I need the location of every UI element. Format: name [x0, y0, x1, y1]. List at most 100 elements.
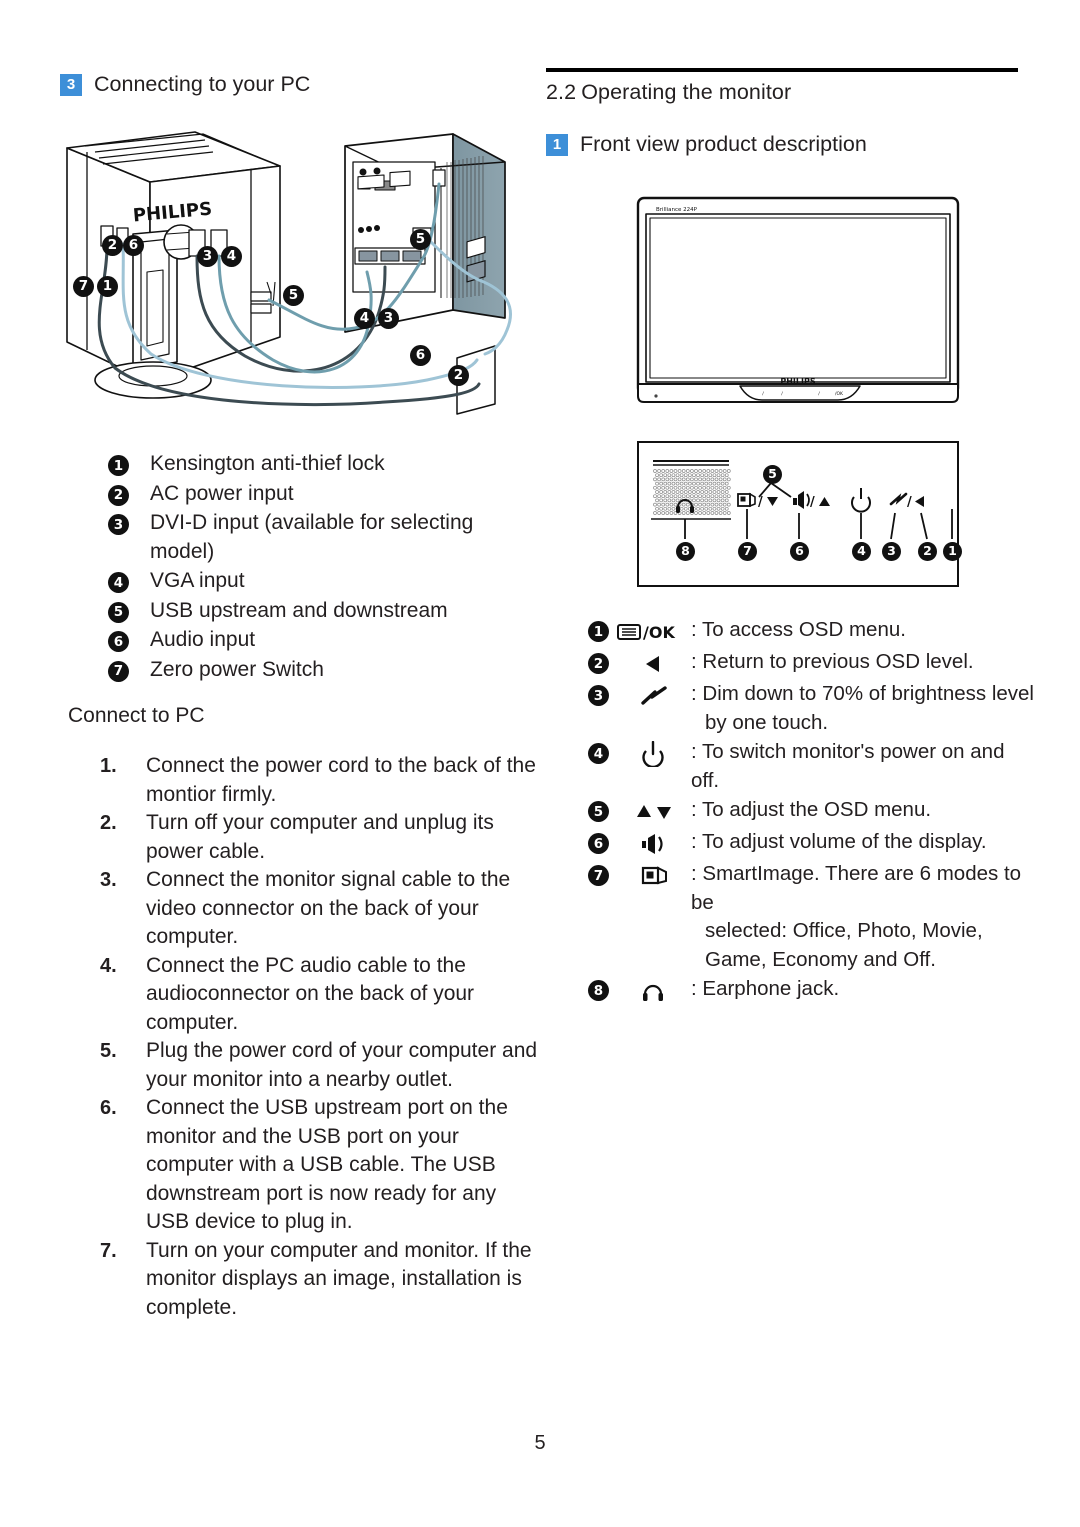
port-bullet-1: 1 — [108, 455, 129, 476]
port-label-2: AC power input — [150, 481, 294, 505]
monitor-brand-label: PHILIPS — [780, 377, 815, 386]
left-arrow-icon — [615, 649, 689, 679]
osd-desc-8: : Earphone jack. — [691, 977, 840, 1000]
callout-3-pc: 3 — [378, 308, 399, 329]
section-badge-3: 3 — [60, 73, 82, 96]
osd-desc-7-line1: : SmartImage. There are 6 modes to be — [691, 862, 1022, 914]
callout-1-monitor: 1 — [97, 276, 118, 297]
port-label-6: Audio input — [150, 628, 256, 651]
earphone-icon — [615, 976, 689, 1006]
section-heading-connecting: 3 Connecting to your PC — [60, 72, 540, 97]
osd-desc-6: : To adjust volume of the display. — [691, 830, 987, 853]
list-item: 4. Connect the PC audio cable to the aud… — [100, 952, 540, 1038]
osd-bullet-2: 2 — [588, 653, 609, 674]
list-item: 4 : To switch monitor's power on and off… — [588, 738, 1038, 795]
step-number-1: 1. — [100, 755, 117, 777]
port-bullet-6: 6 — [108, 631, 129, 652]
list-item: 1 Kensington anti-thief lock — [108, 450, 538, 479]
monitor-front-svg: Brilliance 224P PHILIPS / / / /OK — [636, 196, 960, 403]
section-divider-rule — [546, 68, 1018, 72]
list-item: 1. Connect the power cord to the back of… — [100, 752, 540, 809]
list-item: 3 : Dim down to 70% of brightness level b… — [588, 680, 1038, 737]
callout-2-outlet: 2 — [448, 365, 469, 386]
connection-diagram-svg: PHILIPS — [66, 131, 512, 415]
step-number-4: 4. — [100, 954, 117, 977]
list-item: 5. Plug the power cord of your computer … — [100, 1037, 540, 1094]
page-number: 5 — [534, 1432, 546, 1454]
port-bullet-7: 7 — [108, 660, 129, 682]
list-item: 5 USB upstream and downstream — [108, 597, 538, 626]
screen-model-label: Brilliance 224P — [656, 207, 698, 213]
step-text-2: Turn off your computer and unplug its po… — [146, 811, 494, 863]
panel-callout-6: 6 — [790, 542, 809, 561]
connect-to-pc-title: Connect to PC — [68, 704, 205, 727]
panel-callout-1: 1 — [943, 542, 962, 561]
port-bullet-3: 3 — [108, 514, 129, 535]
osd-bullet-1: 1 — [588, 621, 609, 642]
svg-text:/: / — [907, 495, 912, 510]
list-item: 2 AC power input — [108, 480, 538, 509]
port-label-7: Zero power Switch — [150, 657, 324, 681]
smartcontrast-icon — [615, 681, 689, 711]
step-text-7: Turn on your computer and monitor. If th… — [146, 1238, 532, 1319]
port-bullet-5: 5 — [108, 601, 129, 623]
panel-callout-3: 3 — [882, 542, 901, 561]
up-down-arrow-icon — [615, 797, 689, 827]
step-number-3: 3. — [100, 869, 117, 891]
osd-desc-7: : SmartImage. There are 6 modes to be sel… — [691, 860, 1038, 974]
list-item: 3. Connect the monitor signal cable to t… — [100, 866, 540, 952]
osd-bullet-6: 6 — [588, 833, 609, 854]
osd-legend-list: 1 /OK : To access OSD menu. 2 : Return t… — [588, 616, 1038, 1007]
panel-callout-2: 2 — [918, 542, 937, 561]
osd-desc-3-line1: : Dim down to 70% of brightness level — [691, 682, 1034, 705]
monitor-front-figure: Brilliance 224P PHILIPS / / / /OK — [630, 188, 970, 413]
callout-2-monitor: 2 — [102, 235, 123, 256]
callout-5-monitor: 5 — [283, 285, 304, 306]
osd-desc-3-line2: by one touch. — [705, 710, 829, 734]
step-number-2: 2. — [100, 812, 117, 834]
list-item: 3 DVI-D input (available for selecting m… — [108, 509, 538, 566]
list-item: 5 : To adjust the OSD menu. — [588, 796, 1038, 827]
osd-desc-4: : To switch monitor's power on and off. — [691, 740, 1005, 792]
menu-ok-icon: /OK — [615, 617, 689, 647]
step-text-1: Connect the power cord to the back of th… — [146, 754, 536, 806]
step-text-5: Plug the power cord of your computer and… — [146, 1039, 538, 1091]
osd-bullet-7: 7 — [588, 865, 609, 886]
panel-callout-5: 5 — [763, 465, 782, 484]
svg-text:/OK: /OK — [643, 623, 675, 642]
section-number: 2.2 — [546, 80, 577, 104]
step-number-5: 5. — [100, 1040, 117, 1062]
left-column: 3 Connecting to your PC — [60, 72, 540, 97]
osd-desc-3: : Dim down to 70% of brightness level by … — [691, 680, 1034, 737]
document-page: 3 Connecting to your PC PHILIPS 2 6 7 1 … — [0, 0, 1080, 1527]
list-item: 7 Zero power Switch — [108, 656, 538, 685]
list-item: 7 : SmartImage. There are 6 modes to be s… — [588, 860, 1038, 974]
front-panel-detail-figure: / / / 8 7 6 4 3 2 1 5 — [637, 441, 962, 587]
callout-5-pc: 5 — [410, 229, 431, 250]
panel-callout-8: 8 — [676, 542, 695, 561]
list-item: 4 VGA input — [108, 567, 538, 596]
port-bullet-2: 2 — [108, 484, 129, 506]
list-item: 8 : Earphone jack. — [588, 975, 1038, 1006]
volume-up-glyph: / — [793, 491, 830, 510]
subsection-badge-1: 1 — [546, 133, 568, 156]
panel-callout-7: 7 — [738, 542, 757, 561]
callout-3-monitor: 3 — [197, 246, 218, 267]
svg-text:/: / — [810, 495, 815, 510]
list-item: 6 : To adjust volume of the display. — [588, 828, 1038, 859]
osd-bullet-8: 8 — [588, 980, 609, 1001]
power-icon — [615, 739, 689, 769]
osd-desc-1: : To access OSD menu. — [691, 618, 906, 641]
list-item: 2 : Return to previous OSD level. — [588, 648, 1038, 679]
callout-6-pc: 6 — [410, 345, 431, 366]
port-legend-list: 1 Kensington anti-thief lock 2 AC power … — [108, 450, 538, 685]
svg-text:/: / — [758, 495, 763, 510]
section-title-connecting: Connecting to your PC — [94, 72, 311, 96]
list-item: 7. Turn on your computer and monitor. If… — [100, 1237, 540, 1323]
port-label-3: DVI-D input (available for selecting mod… — [150, 511, 474, 563]
power-glyph — [851, 488, 871, 513]
list-item: 6. Connect the USB upstream port on the … — [100, 1094, 540, 1237]
step-number-6: 6. — [100, 1097, 117, 1119]
callout-4-monitor: 4 — [221, 246, 242, 267]
step-number-7: 7. — [100, 1239, 117, 1262]
